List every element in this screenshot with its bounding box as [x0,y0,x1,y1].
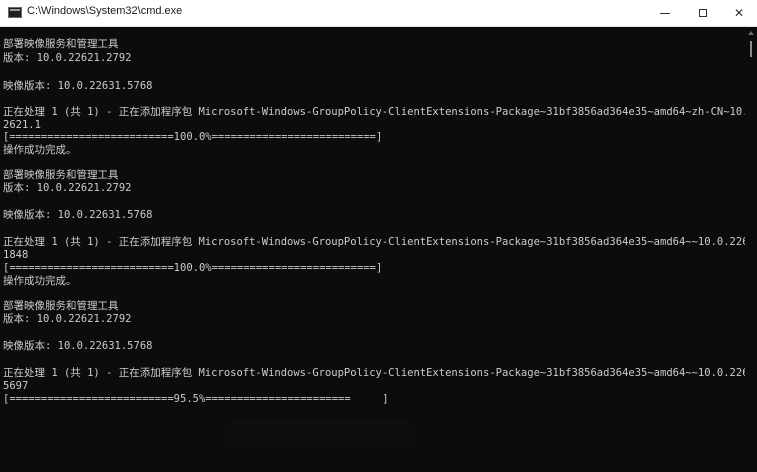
minimize-button[interactable] [646,0,684,26]
title-bar[interactable]: C:\Windows\System32\cmd.exe ✕ [0,0,757,27]
scroll-up-arrow-icon[interactable] [748,31,754,35]
console-line: 映像版本: 10.0.22631.5768 [3,209,153,221]
console-line: 正在处理 1 (共 1) - 正在添加程序包 Microsoft-Windows… [3,106,745,118]
maximize-icon [699,9,707,17]
vertical-scrollbar[interactable] [745,27,757,472]
progress-bar-text: [==========================95.5%========… [3,393,389,405]
minimize-icon [660,12,670,14]
progress-bar-text: [==========================100.0%=======… [3,262,383,274]
console-line: 1848 [3,249,29,261]
console-line: 部署映像服务和管理工具 [3,169,119,181]
console-line: 正在处理 1 (共 1) - 正在添加程序包 Microsoft-Windows… [3,367,745,379]
console-line: 版本: 10.0.22621.2792 [3,182,132,194]
window-title: C:\Windows\System32\cmd.exe [27,5,183,17]
console-line: 5697 [3,380,29,392]
console-line: 部署映像服务和管理工具 [3,38,119,50]
console-line: 2621.1 [3,119,41,131]
maximize-button[interactable] [684,0,722,26]
cmd-window: C:\Windows\System32\cmd.exe ✕ 部署映像服务和管理工… [0,0,757,472]
console-line: 操作成功完成。 [3,275,77,287]
console-output[interactable]: 部署映像服务和管理工具 版本: 10.0.22621.2792 映像版本: 10… [0,27,745,472]
cmd-app-icon [8,7,22,18]
faded-background-text [230,420,410,448]
close-button[interactable]: ✕ [720,0,757,26]
console-line: 版本: 10.0.22621.2792 [3,313,132,325]
console-line: 映像版本: 10.0.22631.5768 [3,340,153,352]
progress-bar-text: [==========================100.0%=======… [3,131,383,143]
console-line: 版本: 10.0.22621.2792 [3,52,132,64]
console-line: 正在处理 1 (共 1) - 正在添加程序包 Microsoft-Windows… [3,236,745,248]
console-line: 映像版本: 10.0.22631.5768 [3,80,153,92]
console-line: 部署映像服务和管理工具 [3,300,119,312]
close-icon: ✕ [733,6,745,20]
console-line: 操作成功完成。 [3,144,77,156]
scrollbar-thumb[interactable] [750,41,752,57]
